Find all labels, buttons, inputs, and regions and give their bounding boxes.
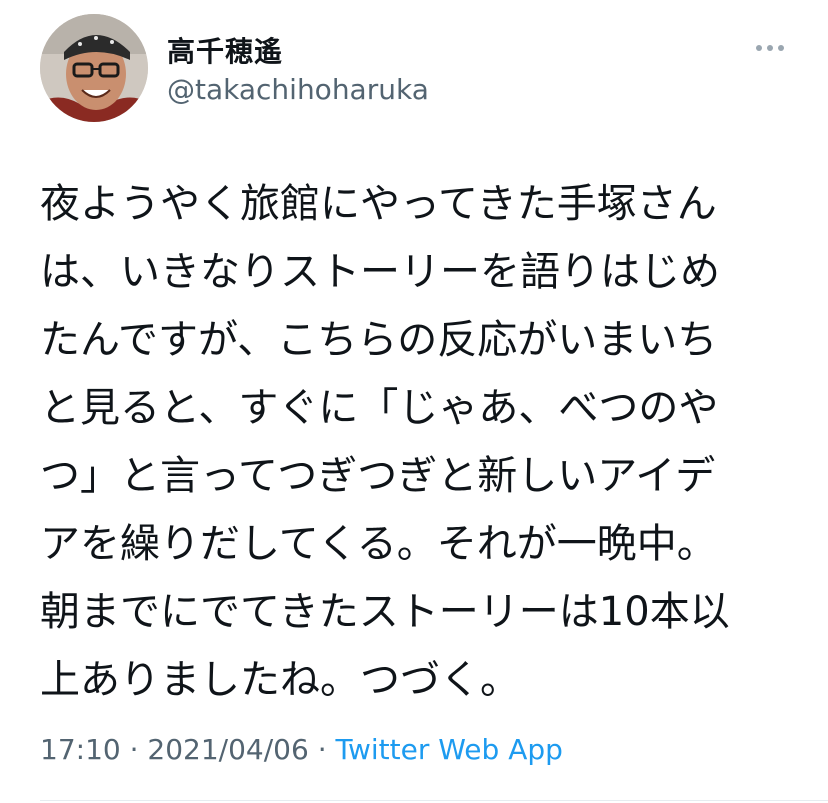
meta-separator: · <box>308 733 336 766</box>
tweet-time[interactable]: 17:10 <box>40 733 121 766</box>
tweet-metadata: 17:10 · 2021/04/06 · Twitter Web App <box>40 733 563 766</box>
tweet-text-line: たんですが、こちらの反応がいまいち <box>40 317 718 363</box>
meta-separator: · <box>120 733 148 766</box>
author-avatar[interactable] <box>40 14 148 122</box>
tweet-text-line: 朝までにでてきたストーリーは10本以 <box>40 589 730 635</box>
avatar-photo <box>40 14 148 122</box>
tweet-date[interactable]: 2021/04/06 <box>147 733 308 766</box>
tweet-text-line: つ」と言ってつぎつぎと新しいアイデ <box>40 453 716 499</box>
tweet-text-line: は、いきなりストーリーを語りはじめ <box>40 249 720 295</box>
tweet-text-line: アを繰りだしてくる。それが一晩中。 <box>40 521 717 567</box>
author-handle[interactable]: @takachihoharuka <box>167 73 429 106</box>
tweet-text-line: と見ると、すぐに「じゃあ、べつのや <box>40 385 719 431</box>
more-options-button[interactable] <box>754 40 786 56</box>
tweet-text-line: 夜ようやく旅館にやってきた手塚さん <box>40 181 717 227</box>
author-display-name[interactable]: 高千穂遙 <box>167 30 283 70</box>
tweet-view: 高千穂遙 @takachihoharuka 夜ようやく旅館にやってきた手塚さん … <box>0 0 828 803</box>
tweet-source-link[interactable]: Twitter Web App <box>336 733 563 766</box>
ellipsis-icon <box>756 45 784 51</box>
divider <box>40 800 828 801</box>
tweet-text-line: 上ありましたね。つづく。 <box>40 657 520 703</box>
tweet-text: 夜ようやく旅館にやってきた手塚さん は、いきなりストーリーを語りはじめ たんです… <box>40 170 800 714</box>
